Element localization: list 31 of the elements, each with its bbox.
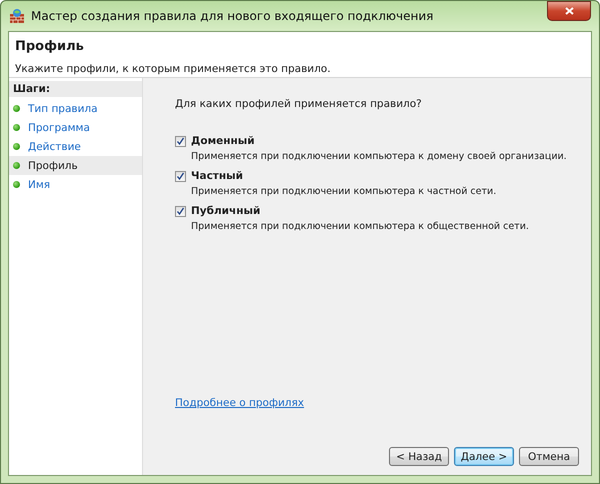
checkbox-label: Публичный: [191, 205, 260, 217]
status-dot-icon: [13, 162, 20, 169]
close-button[interactable]: [547, 1, 591, 21]
status-dot-icon: [13, 105, 20, 112]
help-link[interactable]: Подробнее о профилях: [175, 397, 304, 409]
checkbox-label: Частный: [191, 170, 243, 182]
step-item[interactable]: Профиль: [9, 156, 142, 175]
window-title: Мастер создания правила для нового входящего подключения: [31, 9, 434, 23]
firewall-icon: [9, 8, 25, 24]
checkbox[interactable]: [175, 206, 186, 216]
checkbox[interactable]: [175, 136, 186, 146]
dialog-button[interactable]: < Назад: [389, 447, 449, 466]
status-dot-icon: [13, 124, 20, 131]
status-dot-icon: [13, 143, 20, 150]
question-text: Для каких профилей применяется правило?: [175, 98, 423, 110]
checkbox[interactable]: [175, 170, 186, 182]
checkbox-label: Доменный: [191, 135, 255, 147]
profile-description: Применяется при подключении компьютера к общественной сети.: [191, 221, 530, 232]
page-title: Профиль: [15, 39, 85, 54]
close-icon: [564, 7, 574, 15]
page-subtitle: Укажите профили, к которым применяется это правило.: [15, 63, 332, 75]
step-item[interactable]: Тип правила: [9, 99, 142, 118]
profile-description: Применяется при подключении компьютера к частной сети.: [191, 186, 498, 197]
step-item[interactable]: Программа: [9, 118, 142, 137]
status-dot-icon: [13, 181, 20, 188]
steps-heading: Шаги:: [9, 81, 142, 97]
dialog-button[interactable]: Далее >: [454, 447, 514, 466]
step-item[interactable]: Действие: [9, 137, 142, 156]
profile-description: Применяется при подключении компьютера к домену своей организации.: [191, 151, 568, 162]
step-item[interactable]: Имя: [9, 175, 142, 194]
dialog-button[interactable]: Отмена: [519, 447, 579, 466]
